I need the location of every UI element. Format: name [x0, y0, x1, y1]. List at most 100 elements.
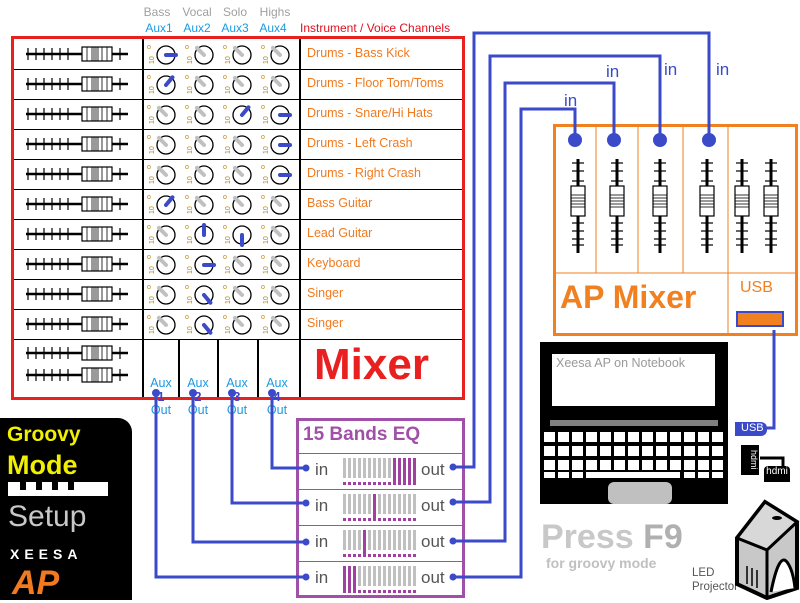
- aux-send-knob[interactable]: o 10: [184, 161, 218, 187]
- projector-label-line1: LED: [692, 567, 715, 579]
- aux-send-knob[interactable]: o 10: [146, 101, 180, 127]
- ap-input-1-label: in: [564, 91, 578, 110]
- aux-send-knob[interactable]: o 10: [260, 161, 294, 187]
- aux-send-knob[interactable]: o 10: [146, 191, 180, 217]
- aux-out-label: Aux: [150, 376, 172, 390]
- aux-send-knob[interactable]: o 10: [222, 251, 256, 277]
- aux-send-knob[interactable]: o 10: [146, 281, 180, 307]
- channel-fader[interactable]: [22, 226, 132, 242]
- aux-send-knob[interactable]: o 10: [260, 311, 294, 337]
- aux-send-knob[interactable]: o 10: [260, 41, 294, 67]
- channel-fader[interactable]: [22, 76, 132, 92]
- usb-plug[interactable]: USB: [735, 422, 767, 436]
- key: [614, 460, 625, 470]
- key: [712, 446, 723, 456]
- key: [600, 460, 611, 470]
- eq-band-base: [363, 590, 366, 593]
- hdmi-plug-notebook[interactable]: hdmi: [741, 445, 759, 475]
- aux-send-knob[interactable]: o 10: [184, 251, 218, 277]
- channel-fader[interactable]: [22, 106, 132, 122]
- aux-send-knob[interactable]: o 10: [222, 311, 256, 337]
- svg-text:10: 10: [149, 296, 156, 304]
- svg-text:10: 10: [225, 146, 232, 154]
- aux-send-knob[interactable]: o 10: [184, 41, 218, 67]
- aux-send-knob[interactable]: o 10: [146, 221, 180, 247]
- svg-text:10: 10: [225, 326, 232, 334]
- aux-send-knob[interactable]: o 10: [222, 221, 256, 247]
- channel-fader[interactable]: [22, 367, 132, 383]
- channel-fader[interactable]: [22, 196, 132, 212]
- aux-send-knob[interactable]: o 10: [146, 131, 180, 157]
- aux-send-knob[interactable]: o 10: [260, 221, 294, 247]
- f9-key[interactable]: F9: [643, 518, 683, 556]
- channel-fader[interactable]: [22, 46, 132, 62]
- channel-fader[interactable]: [22, 286, 132, 302]
- aux-send-knob[interactable]: o 10: [146, 161, 180, 187]
- aux-send-knob[interactable]: o 10: [222, 41, 256, 67]
- aux-send-knob[interactable]: o 10: [184, 131, 218, 157]
- spacebar: [586, 472, 680, 478]
- usb-port[interactable]: [736, 311, 784, 327]
- aux-send-knob[interactable]: o 10: [222, 161, 256, 187]
- channel-fader[interactable]: [22, 256, 132, 272]
- aux-send-knob[interactable]: o 10: [184, 281, 218, 307]
- svg-text:10: 10: [263, 86, 270, 94]
- eq-band: [358, 494, 361, 514]
- aux-send-knob[interactable]: o 10: [260, 101, 294, 127]
- svg-text:o: o: [223, 284, 227, 291]
- channel-fader[interactable]: [22, 166, 132, 182]
- svg-text:o: o: [261, 74, 265, 81]
- aux-send-knob[interactable]: o 10: [146, 311, 180, 337]
- aux-send-knob[interactable]: o 10: [222, 191, 256, 217]
- divider: [142, 39, 144, 397]
- aux-send-knob[interactable]: o 10: [184, 101, 218, 127]
- aux-send-knob[interactable]: o 10: [222, 71, 256, 97]
- channel-label: Lead Guitar: [307, 226, 373, 240]
- aux3-out[interactable]: Aux 3 Out: [218, 376, 256, 418]
- aux2-out[interactable]: Aux 2 Out: [179, 376, 217, 418]
- key: [572, 446, 583, 456]
- eq-in-label: in: [315, 496, 329, 515]
- svg-text:o: o: [147, 284, 151, 291]
- eq-out-label: out: [421, 460, 445, 479]
- aux1-out[interactable]: Aux 1 Out: [142, 376, 180, 418]
- aux-send-knob[interactable]: o 10: [184, 71, 218, 97]
- aux-send-knob[interactable]: o 10: [146, 41, 180, 67]
- aux-send-knob[interactable]: o 10: [184, 221, 218, 247]
- channel-fader[interactable]: [22, 345, 132, 361]
- aux-send-knob[interactable]: o 10: [222, 281, 256, 307]
- channel-fader[interactable]: [22, 316, 132, 332]
- eq-curve[interactable]: [343, 494, 417, 522]
- svg-text:10: 10: [187, 116, 194, 124]
- eq-curve[interactable]: [343, 530, 417, 558]
- svg-text:10: 10: [187, 296, 194, 304]
- eq-band: [373, 458, 376, 478]
- eq-band-base: [358, 518, 361, 521]
- key: [712, 432, 723, 442]
- aux-send-knob[interactable]: o 10: [146, 251, 180, 277]
- eq-curve[interactable]: [343, 566, 417, 594]
- aux-send-knob[interactable]: o 10: [260, 191, 294, 217]
- eq-curve[interactable]: [343, 458, 417, 486]
- hdmi-plug-projector[interactable]: hdmi: [764, 466, 790, 482]
- key: [586, 460, 597, 470]
- aux-out-label: Aux: [226, 376, 248, 390]
- aux-send-knob[interactable]: o 10: [260, 71, 294, 97]
- aux-send-knob[interactable]: o 10: [260, 131, 294, 157]
- aux-send-knob[interactable]: o 10: [222, 131, 256, 157]
- channel-fader[interactable]: [22, 136, 132, 152]
- aux-send-knob[interactable]: o 10: [222, 101, 256, 127]
- eq-band-base: [383, 482, 386, 485]
- svg-text:10: 10: [149, 176, 156, 184]
- eq-band: [373, 494, 376, 520]
- aux4-out[interactable]: Aux 4 Out: [258, 376, 296, 418]
- aux-send-knob[interactable]: o 10: [146, 71, 180, 97]
- aux-send-knob[interactable]: o 10: [260, 251, 294, 277]
- eq-title: 15 Bands EQ: [303, 424, 421, 445]
- aux-send-knob[interactable]: o 10: [184, 311, 218, 337]
- key: [572, 460, 583, 470]
- aux-send-knob[interactable]: o 10: [260, 281, 294, 307]
- svg-text:10: 10: [149, 116, 156, 124]
- channel-row: o 10 o 10 o 10 o 10 Singer: [14, 309, 462, 340]
- aux-send-knob[interactable]: o 10: [184, 191, 218, 217]
